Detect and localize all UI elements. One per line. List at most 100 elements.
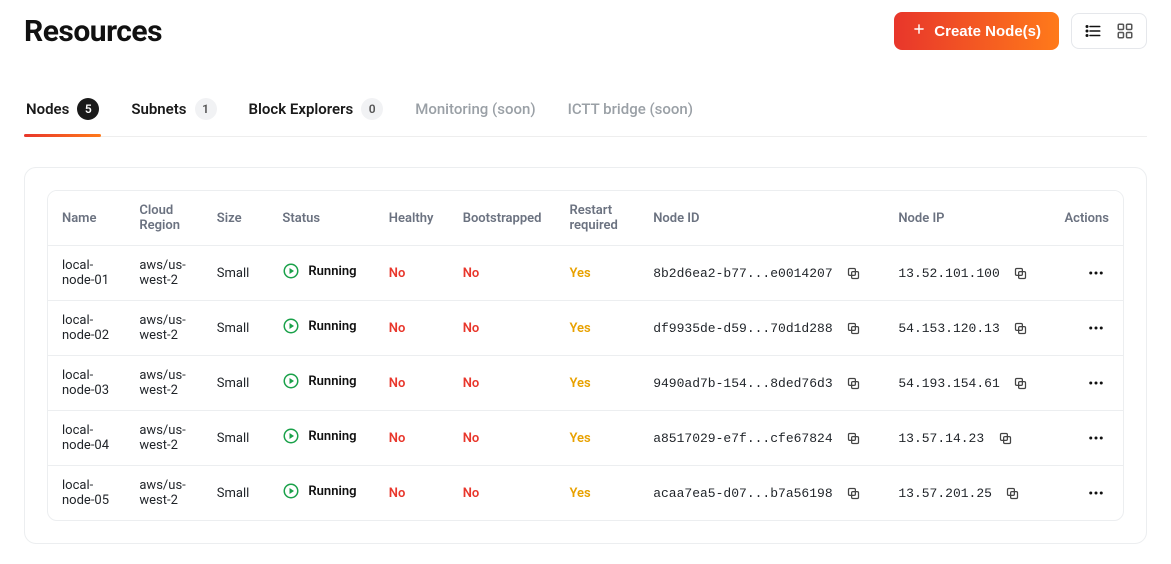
copy-node-id-button[interactable] (843, 482, 865, 504)
tab-badge: 5 (77, 98, 99, 120)
row-actions-button[interactable] (1083, 370, 1109, 396)
play-icon (282, 372, 300, 390)
cell-restart: Yes (555, 246, 639, 301)
copy-node-ip-button[interactable] (1010, 262, 1032, 284)
cell-status: Running (268, 466, 374, 521)
col-node-id: Node ID (639, 191, 884, 246)
copy-node-ip-button[interactable] (994, 427, 1016, 449)
cell-size: Small (203, 246, 269, 301)
cell-node-id: 9490ad7b-154...8ded76d3 (639, 356, 884, 411)
cell-node-id: 8b2d6ea2-b77...e0014207 (639, 246, 884, 301)
tab-monitoring: Monitoring (soon) (413, 88, 537, 134)
node-ip-text: 54.153.120.13 (898, 321, 999, 336)
row-actions-button[interactable] (1083, 315, 1109, 341)
col-node-ip: Node IP (884, 191, 1050, 246)
cell-node-id: a8517029-e7f...cfe67824 (639, 411, 884, 466)
copy-node-id-button[interactable] (843, 372, 865, 394)
cell-actions (1050, 356, 1123, 411)
list-view-icon[interactable] (1084, 22, 1102, 40)
node-ip-text: 13.57.14.23 (898, 431, 984, 446)
cell-healthy: No (375, 466, 449, 521)
cell-size: Small (203, 466, 269, 521)
tab-label: Block Explorers (249, 100, 354, 118)
col-region: Cloud Region (125, 191, 202, 246)
tab-badge: 0 (361, 98, 383, 120)
row-actions-button[interactable] (1083, 260, 1109, 286)
tab-label: Monitoring (soon) (415, 100, 535, 118)
cell-healthy: No (375, 246, 449, 301)
cell-name: local-node-02 (48, 301, 125, 356)
cell-actions (1050, 466, 1123, 521)
cell-region: aws/us-west-2 (125, 356, 202, 411)
node-id-text: df9935de-d59...70d1d288 (653, 321, 832, 336)
status-text: Running (308, 484, 356, 499)
nodes-panel: Name Cloud Region Size Status Healthy Bo… (24, 167, 1147, 544)
col-healthy: Healthy (375, 191, 449, 246)
tab-nodes[interactable]: Nodes 5 (24, 86, 101, 136)
cell-healthy: No (375, 301, 449, 356)
plus-icon (912, 22, 926, 40)
grid-view-icon[interactable] (1116, 22, 1134, 40)
cell-name: local-node-05 (48, 466, 125, 521)
node-id-text: 8b2d6ea2-b77...e0014207 (653, 266, 832, 281)
create-node-label: Create Node(s) (934, 23, 1041, 40)
cell-size: Small (203, 301, 269, 356)
copy-node-ip-button[interactable] (1010, 317, 1032, 339)
table-row: local-node-02 aws/us-west-2 Small Runnin… (48, 301, 1123, 356)
row-actions-button[interactable] (1083, 480, 1109, 506)
cell-restart: Yes (555, 411, 639, 466)
tab-block-explorers[interactable]: Block Explorers 0 (247, 86, 386, 136)
copy-node-id-button[interactable] (843, 427, 865, 449)
copy-node-ip-button[interactable] (1002, 482, 1024, 504)
cell-bootstrapped: No (449, 356, 556, 411)
cell-bootstrapped: No (449, 411, 556, 466)
header-actions: Create Node(s) (894, 12, 1147, 50)
play-icon (282, 427, 300, 445)
cell-status: Running (268, 246, 374, 301)
cell-region: aws/us-west-2 (125, 466, 202, 521)
cell-node-ip: 13.57.201.25 (884, 466, 1050, 521)
tabs: Nodes 5 Subnets 1 Block Explorers 0 Moni… (24, 86, 1147, 137)
cell-name: local-node-04 (48, 411, 125, 466)
cell-status: Running (268, 411, 374, 466)
cell-restart: Yes (555, 356, 639, 411)
cell-healthy: No (375, 411, 449, 466)
node-id-text: 9490ad7b-154...8ded76d3 (653, 376, 832, 391)
cell-name: local-node-01 (48, 246, 125, 301)
table-row: local-node-05 aws/us-west-2 Small Runnin… (48, 466, 1123, 521)
play-icon (282, 262, 300, 280)
col-size: Size (203, 191, 269, 246)
cell-restart: Yes (555, 301, 639, 356)
copy-node-ip-button[interactable] (1010, 372, 1032, 394)
status-text: Running (308, 319, 356, 334)
cell-actions (1050, 301, 1123, 356)
copy-node-id-button[interactable] (843, 317, 865, 339)
col-name: Name (48, 191, 125, 246)
table-row: local-node-01 aws/us-west-2 Small Runnin… (48, 246, 1123, 301)
cell-size: Small (203, 356, 269, 411)
nodes-table: Name Cloud Region Size Status Healthy Bo… (48, 191, 1123, 520)
tab-badge: 1 (195, 98, 217, 120)
table-row: local-node-04 aws/us-west-2 Small Runnin… (48, 411, 1123, 466)
row-actions-button[interactable] (1083, 425, 1109, 451)
cell-status: Running (268, 356, 374, 411)
node-ip-text: 54.193.154.61 (898, 376, 999, 391)
col-status: Status (268, 191, 374, 246)
cell-restart: Yes (555, 466, 639, 521)
page-title: Resources (24, 14, 162, 49)
tab-label: Subnets (131, 100, 186, 118)
tab-subnets[interactable]: Subnets 1 (129, 86, 218, 136)
cell-actions (1050, 411, 1123, 466)
cell-bootstrapped: No (449, 246, 556, 301)
cell-node-ip: 13.57.14.23 (884, 411, 1050, 466)
cell-node-id: df9935de-d59...70d1d288 (639, 301, 884, 356)
play-icon (282, 482, 300, 500)
create-node-button[interactable]: Create Node(s) (894, 12, 1059, 50)
status-text: Running (308, 264, 356, 279)
cell-size: Small (203, 411, 269, 466)
copy-node-id-button[interactable] (843, 262, 865, 284)
cell-name: local-node-03 (48, 356, 125, 411)
col-restart: Restart required (555, 191, 639, 246)
tab-label: ICTT bridge (soon) (568, 100, 693, 118)
view-toggle (1071, 13, 1147, 49)
